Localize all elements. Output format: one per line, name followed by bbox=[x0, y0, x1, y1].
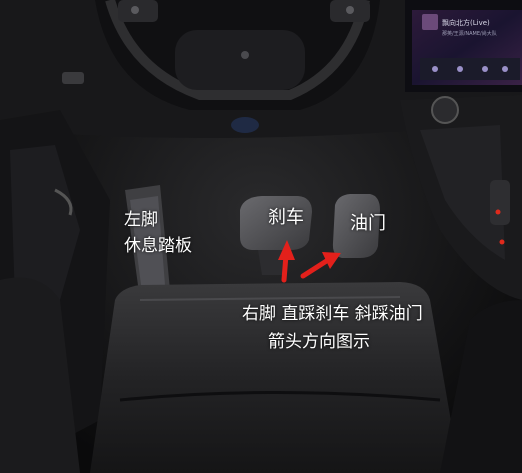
brake-label: 刹车 bbox=[268, 207, 304, 228]
footwell-scene bbox=[0, 0, 522, 473]
infotainment-screen bbox=[405, 0, 522, 92]
caption-line1: 右脚 直踩刹车 斜踩油门 bbox=[242, 304, 423, 324]
throttle-label: 油门 bbox=[350, 213, 386, 234]
footrest-label-line1: 左脚 bbox=[124, 210, 158, 230]
footrest-label-line2: 休息踏板 bbox=[124, 236, 192, 256]
screen-artist: 那英/王源/NAME/尚大队 bbox=[442, 31, 497, 37]
caption-line2: 箭头方向图示 bbox=[268, 332, 370, 352]
car-footwell-photo: 飘向北方(Live) 那英/王源/NAME/尚大队 左脚 休息踏板 刹车 油门 … bbox=[0, 0, 522, 473]
screen-song-title: 飘向北方(Live) bbox=[442, 19, 490, 27]
